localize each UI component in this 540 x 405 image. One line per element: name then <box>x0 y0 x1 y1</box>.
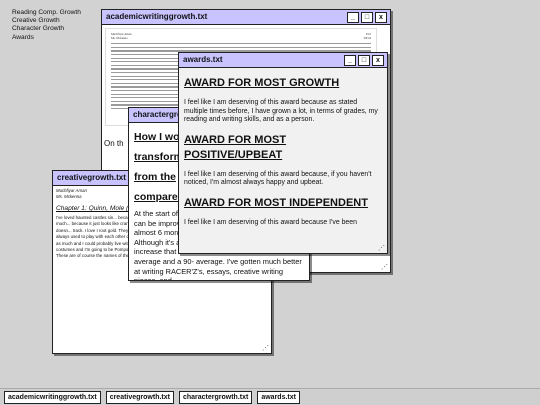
taskbar-creative[interactable]: creativegrowth.txt <box>105 390 174 404</box>
awards-body: AWARD FOR MOST GROWTH I feel like I am d… <box>179 68 387 253</box>
maximize-button[interactable]: □ <box>358 55 370 66</box>
paper-teacher: Ms. Mckenna <box>111 35 128 40</box>
close-button[interactable]: x <box>372 55 384 66</box>
close-button[interactable]: x <box>375 12 387 23</box>
taskbar-awards[interactable]: awards.txt <box>257 390 300 404</box>
resize-handle-icon[interactable]: ⋰ <box>262 344 269 352</box>
nav-reading-comp-growth[interactable]: Reading Comp. Growth <box>12 9 81 17</box>
academic-titlebar[interactable]: academicwritinggrowth.txt _ □ x <box>102 10 390 25</box>
awards-titlebar[interactable]: awards.txt _ □ x <box>179 53 387 68</box>
taskbar: academicwritinggrowth.txt creativegrowth… <box>0 388 540 405</box>
taskbar-academic[interactable]: academicwritinggrowth.txt <box>4 390 101 404</box>
side-nav: Reading Comp. Growth Creative Growth Cha… <box>12 9 81 42</box>
taskbar-character[interactable]: charactergrowth.txt <box>178 390 253 404</box>
minimize-button[interactable]: _ <box>347 12 359 23</box>
nav-awards[interactable]: Awards <box>12 34 81 42</box>
nav-creative-growth[interactable]: Creative Growth <box>12 17 81 25</box>
resize-handle-icon[interactable]: ⋰ <box>381 263 388 271</box>
award-text-most-positive: I feel like I am deserving of this award… <box>184 170 372 187</box>
award-heading-most-positive: AWARD FOR MOST POSITIVE/UPBEAT <box>184 133 287 161</box>
awards-title: awards.txt <box>183 55 223 64</box>
award-heading-most-growth: AWARD FOR MOST GROWTH <box>184 77 340 89</box>
award-heading-most-independent: AWARD FOR MOST INDEPENDENT <box>184 196 368 209</box>
academic-bottom-text: On th <box>104 139 124 148</box>
resize-handle-icon[interactable]: ⋰ <box>378 244 385 252</box>
paper-date: 3/8/24 <box>363 35 371 40</box>
creative-title: creativegrowth.txt <box>57 173 126 182</box>
award-text-most-independent: I feel like I am deserving of this award… <box>184 218 357 226</box>
maximize-button[interactable]: □ <box>361 12 373 23</box>
minimize-button[interactable]: _ <box>344 55 356 66</box>
award-text-most-growth: I feel like I am deserving of this award… <box>184 99 378 123</box>
awards-window: awards.txt _ □ x AWARD FOR MOST GROWTH I… <box>178 52 388 254</box>
academic-title: academicwritinggrowth.txt <box>106 12 208 21</box>
nav-character-growth[interactable]: Character Growth <box>12 25 81 33</box>
